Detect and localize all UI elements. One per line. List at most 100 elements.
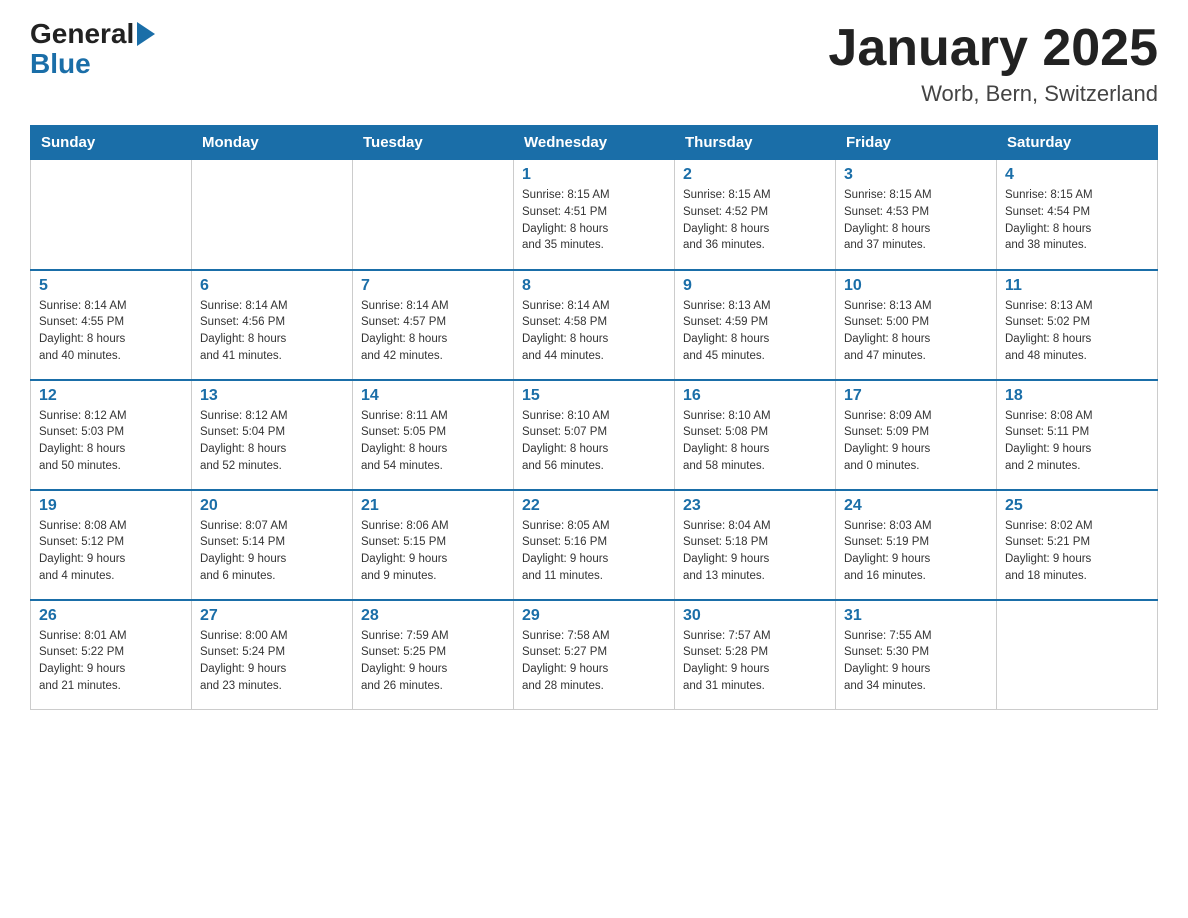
day-number: 8: [522, 277, 666, 295]
day-number: 30: [683, 607, 827, 625]
day-info: Sunrise: 8:12 AM Sunset: 5:03 PM Dayligh…: [39, 408, 183, 475]
day-number: 26: [39, 607, 183, 625]
day-info: Sunrise: 7:57 AM Sunset: 5:28 PM Dayligh…: [683, 628, 827, 695]
day-number: 21: [361, 497, 505, 515]
calendar-cell: 5 Sunrise: 8:14 AM Sunset: 4:55 PM Daylig…: [31, 270, 192, 380]
calendar-cell: 23 Sunrise: 8:04 AM Sunset: 5:18 PM Dayli…: [675, 490, 836, 600]
day-number: 3: [844, 166, 988, 184]
day-info: Sunrise: 7:55 AM Sunset: 5:30 PM Dayligh…: [844, 628, 988, 695]
calendar-cell: 9Sunrise: 8:13 AM Sunset: 4:59 PM Daylig…: [675, 270, 836, 380]
day-info: Sunrise: 8:10 AM Sunset: 5:08 PM Dayligh…: [683, 408, 827, 475]
day-number: 11: [1005, 277, 1149, 295]
day-info: Sunrise: 8:10 AM Sunset: 5:07 PM Dayligh…: [522, 408, 666, 475]
day-info: Sunrise: 7:58 AM Sunset: 5:27 PM Dayligh…: [522, 628, 666, 695]
day-info: Sunrise: 8:08 AM Sunset: 5:12 PM Dayligh…: [39, 518, 183, 585]
calendar-cell: 18 Sunrise: 8:08 AM Sunset: 5:11 PM Dayli…: [997, 380, 1158, 490]
calendar-cell: 16 Sunrise: 8:10 AM Sunset: 5:08 PM Dayli…: [675, 380, 836, 490]
day-info: Sunrise: 8:02 AM Sunset: 5:21 PM Dayligh…: [1005, 518, 1149, 585]
calendar-subtitle: Worb, Bern, Switzerland: [828, 81, 1158, 107]
calendar-cell: [997, 600, 1158, 710]
calendar-cell: 19 Sunrise: 8:08 AM Sunset: 5:12 PM Dayli…: [31, 490, 192, 600]
calendar-cell: [353, 160, 514, 270]
day-number: 18: [1005, 387, 1149, 405]
day-number: 1: [522, 166, 666, 184]
calendar-cell: 21Sunrise: 8:06 AM Sunset: 5:15 PM Dayli…: [353, 490, 514, 600]
day-number: 23: [683, 497, 827, 515]
day-info: Sunrise: 8:13 AM Sunset: 5:02 PM Dayligh…: [1005, 298, 1149, 365]
day-number: 5: [39, 277, 183, 295]
calendar-cell: 14 Sunrise: 8:11 AM Sunset: 5:05 PM Dayli…: [353, 380, 514, 490]
day-number: 14: [361, 387, 505, 405]
day-info: Sunrise: 8:15 AM Sunset: 4:51 PM Dayligh…: [522, 187, 666, 254]
day-number: 28: [361, 607, 505, 625]
day-number: 4: [1005, 166, 1149, 184]
calendar-cell: 3 Sunrise: 8:15 AM Sunset: 4:53 PM Daylig…: [836, 160, 997, 270]
calendar-cell: 2 Sunrise: 8:15 AM Sunset: 4:52 PM Daylig…: [675, 160, 836, 270]
calendar-cell: 31 Sunrise: 7:55 AM Sunset: 5:30 PM Dayli…: [836, 600, 997, 710]
calendar-cell: 10 Sunrise: 8:13 AM Sunset: 5:00 PM Dayli…: [836, 270, 997, 380]
day-info: Sunrise: 8:08 AM Sunset: 5:11 PM Dayligh…: [1005, 408, 1149, 475]
calendar-cell: 30 Sunrise: 7:57 AM Sunset: 5:28 PM Dayli…: [675, 600, 836, 710]
logo-general-text: General: [30, 20, 134, 48]
day-number: 15: [522, 387, 666, 405]
day-info: Sunrise: 8:14 AM Sunset: 4:57 PM Dayligh…: [361, 298, 505, 365]
day-info: Sunrise: 8:01 AM Sunset: 5:22 PM Dayligh…: [39, 628, 183, 695]
day-info: Sunrise: 8:14 AM Sunset: 4:58 PM Dayligh…: [522, 298, 666, 365]
calendar-cell: 22 Sunrise: 8:05 AM Sunset: 5:16 PM Dayli…: [514, 490, 675, 600]
header-monday: Monday: [192, 126, 353, 160]
header-saturday: Saturday: [997, 126, 1158, 160]
day-number: 31: [844, 607, 988, 625]
day-number: 7: [361, 277, 505, 295]
logo: General Blue: [30, 20, 155, 80]
calendar-cell: 13Sunrise: 8:12 AM Sunset: 5:04 PM Dayli…: [192, 380, 353, 490]
calendar-cell: 20Sunrise: 8:07 AM Sunset: 5:14 PM Dayli…: [192, 490, 353, 600]
calendar-week-row: 26 Sunrise: 8:01 AM Sunset: 5:22 PM Dayli…: [31, 600, 1158, 710]
day-info: Sunrise: 8:14 AM Sunset: 4:55 PM Dayligh…: [39, 298, 183, 365]
day-info: Sunrise: 8:15 AM Sunset: 4:54 PM Dayligh…: [1005, 187, 1149, 254]
day-number: 2: [683, 166, 827, 184]
day-number: 22: [522, 497, 666, 515]
day-info: Sunrise: 8:09 AM Sunset: 5:09 PM Dayligh…: [844, 408, 988, 475]
calendar-cell: 4 Sunrise: 8:15 AM Sunset: 4:54 PM Daylig…: [997, 160, 1158, 270]
page-header: General Blue January 2025 Worb, Bern, Sw…: [30, 20, 1158, 107]
calendar-header-row: SundayMondayTuesdayWednesdayThursdayFrid…: [31, 126, 1158, 160]
day-number: 19: [39, 497, 183, 515]
header-sunday: Sunday: [31, 126, 192, 160]
calendar-cell: 15 Sunrise: 8:10 AM Sunset: 5:07 PM Dayli…: [514, 380, 675, 490]
calendar-cell: 6Sunrise: 8:14 AM Sunset: 4:56 PM Daylig…: [192, 270, 353, 380]
calendar-title: January 2025: [828, 20, 1158, 77]
day-number: 16: [683, 387, 827, 405]
day-number: 10: [844, 277, 988, 295]
calendar-cell: 27Sunrise: 8:00 AM Sunset: 5:24 PM Dayli…: [192, 600, 353, 710]
day-info: Sunrise: 7:59 AM Sunset: 5:25 PM Dayligh…: [361, 628, 505, 695]
logo-blue-text: Blue: [30, 48, 91, 80]
day-info: Sunrise: 8:11 AM Sunset: 5:05 PM Dayligh…: [361, 408, 505, 475]
day-number: 13: [200, 387, 344, 405]
day-info: Sunrise: 8:04 AM Sunset: 5:18 PM Dayligh…: [683, 518, 827, 585]
day-info: Sunrise: 8:13 AM Sunset: 5:00 PM Dayligh…: [844, 298, 988, 365]
calendar-cell: 26 Sunrise: 8:01 AM Sunset: 5:22 PM Dayli…: [31, 600, 192, 710]
day-number: 9: [683, 277, 827, 295]
calendar-cell: 8 Sunrise: 8:14 AM Sunset: 4:58 PM Daylig…: [514, 270, 675, 380]
day-number: 6: [200, 277, 344, 295]
calendar-cell: 7 Sunrise: 8:14 AM Sunset: 4:57 PM Daylig…: [353, 270, 514, 380]
day-info: Sunrise: 8:15 AM Sunset: 4:53 PM Dayligh…: [844, 187, 988, 254]
day-info: Sunrise: 8:07 AM Sunset: 5:14 PM Dayligh…: [200, 518, 344, 585]
day-number: 25: [1005, 497, 1149, 515]
day-info: Sunrise: 8:05 AM Sunset: 5:16 PM Dayligh…: [522, 518, 666, 585]
calendar-week-row: 5 Sunrise: 8:14 AM Sunset: 4:55 PM Daylig…: [31, 270, 1158, 380]
calendar-cell: [192, 160, 353, 270]
header-tuesday: Tuesday: [353, 126, 514, 160]
day-number: 12: [39, 387, 183, 405]
day-number: 29: [522, 607, 666, 625]
day-number: 17: [844, 387, 988, 405]
calendar-cell: 24Sunrise: 8:03 AM Sunset: 5:19 PM Dayli…: [836, 490, 997, 600]
calendar-cell: 17 Sunrise: 8:09 AM Sunset: 5:09 PM Dayli…: [836, 380, 997, 490]
calendar-table: SundayMondayTuesdayWednesdayThursdayFrid…: [30, 125, 1158, 710]
header-wednesday: Wednesday: [514, 126, 675, 160]
calendar-cell: 1 Sunrise: 8:15 AM Sunset: 4:51 PM Daylig…: [514, 160, 675, 270]
calendar-week-row: 12 Sunrise: 8:12 AM Sunset: 5:03 PM Dayli…: [31, 380, 1158, 490]
calendar-week-row: 1 Sunrise: 8:15 AM Sunset: 4:51 PM Daylig…: [31, 160, 1158, 270]
calendar-cell: 28 Sunrise: 7:59 AM Sunset: 5:25 PM Dayli…: [353, 600, 514, 710]
day-info: Sunrise: 8:15 AM Sunset: 4:52 PM Dayligh…: [683, 187, 827, 254]
